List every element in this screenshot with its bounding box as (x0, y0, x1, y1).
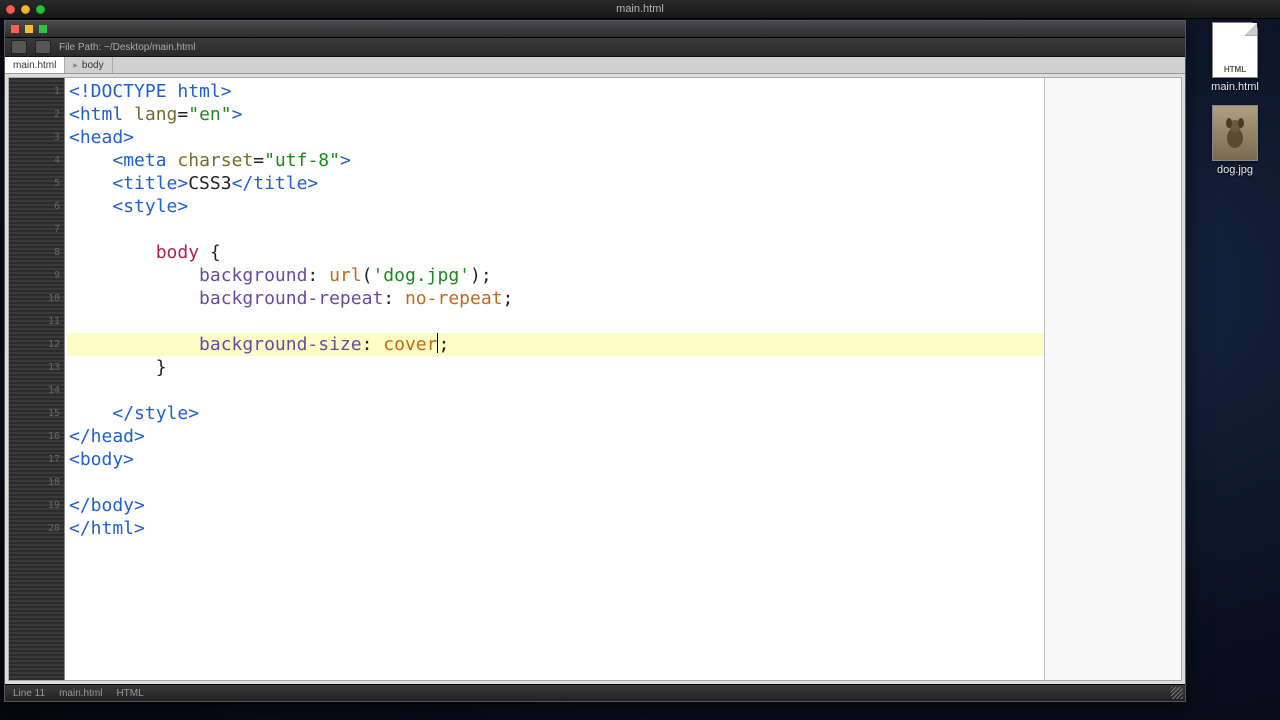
line-number[interactable]: 17 (9, 448, 64, 471)
file-label: dog.jpg (1217, 164, 1253, 176)
code-line[interactable] (67, 379, 1044, 402)
nav-fwd-button[interactable] (35, 40, 51, 54)
code-line[interactable]: <meta charset="utf-8"> (67, 149, 1044, 172)
minimize-icon[interactable] (25, 25, 33, 33)
code-line[interactable]: <body> (67, 448, 1044, 471)
code-pane[interactable]: 1234567891011121314151617181920 <!DOCTYP… (9, 78, 1045, 680)
status-filetype: HTML (116, 688, 143, 699)
line-number[interactable]: 10 (9, 287, 64, 310)
zoom-icon[interactable] (39, 25, 47, 33)
code-line[interactable]: </body> (67, 494, 1044, 517)
line-number[interactable]: 12 (9, 333, 64, 356)
editor-split: 1234567891011121314151617181920 <!DOCTYP… (8, 77, 1182, 681)
code-editor[interactable]: <!DOCTYPE html><html lang="en"><head> <m… (65, 78, 1044, 680)
code-line[interactable]: </style> (67, 402, 1044, 425)
line-number[interactable]: 18 (9, 471, 64, 494)
code-line[interactable]: body { (67, 241, 1044, 264)
breadcrumb-body[interactable]: body (65, 57, 112, 73)
desktop-file-dog-jpg[interactable]: dog.jpg (1212, 105, 1258, 176)
line-number[interactable]: 14 (9, 379, 64, 402)
file-label: main.html (1211, 81, 1259, 93)
resize-grip-icon[interactable] (1171, 687, 1183, 699)
tab-main-html[interactable]: main.html (5, 57, 65, 73)
line-number[interactable]: 19 (9, 494, 64, 517)
image-file-icon (1212, 105, 1258, 161)
code-line[interactable]: </head> (67, 425, 1044, 448)
html-file-icon: HTML (1212, 22, 1258, 78)
line-number[interactable]: 1 (9, 80, 64, 103)
code-line[interactable]: <html lang="en"> (67, 103, 1044, 126)
editor-toolbar: File Path: ~/Desktop/main.html (5, 38, 1185, 57)
code-line[interactable]: <head> (67, 126, 1044, 149)
menubar-title: main.html (0, 3, 1280, 15)
desktop-file-main-html[interactable]: HTML main.html (1211, 22, 1259, 93)
close-icon[interactable] (11, 25, 19, 33)
code-line[interactable]: background: url('dog.jpg'); (67, 264, 1044, 287)
line-number[interactable]: 15 (9, 402, 64, 425)
line-number[interactable]: 16 (9, 425, 64, 448)
code-line[interactable]: } (67, 356, 1044, 379)
line-number-gutter[interactable]: 1234567891011121314151617181920 (9, 78, 65, 680)
status-line: Line 11 (13, 688, 45, 699)
line-number[interactable]: 8 (9, 241, 64, 264)
line-number[interactable]: 9 (9, 264, 64, 287)
code-line[interactable]: background-repeat: no-repeat; (67, 287, 1044, 310)
code-line[interactable]: <title>CSS3</title> (67, 172, 1044, 195)
code-line[interactable]: <style> (67, 195, 1044, 218)
status-bar: Line 11 main.html HTML (5, 684, 1185, 701)
line-number[interactable]: 2 (9, 103, 64, 126)
file-path-label: File Path: ~/Desktop/main.html (59, 42, 195, 53)
line-number[interactable]: 20 (9, 517, 64, 540)
nav-back-button[interactable] (11, 40, 27, 54)
line-number[interactable]: 3 (9, 126, 64, 149)
window-titlebar[interactable] (5, 21, 1185, 38)
side-pane (1045, 78, 1181, 680)
code-line[interactable] (67, 471, 1044, 494)
editor-window: File Path: ~/Desktop/main.html main.html… (4, 20, 1186, 702)
desktop-icons: HTML main.html dog.jpg (1200, 22, 1270, 176)
code-line[interactable] (67, 310, 1044, 333)
tab-strip: main.html body (5, 57, 1185, 74)
code-line[interactable]: background-size: cover; (67, 333, 1045, 356)
os-menubar: main.html (0, 0, 1280, 19)
code-line[interactable] (67, 218, 1044, 241)
code-line[interactable]: </html> (67, 517, 1044, 540)
code-line[interactable]: <!DOCTYPE html> (67, 80, 1044, 103)
line-number[interactable]: 4 (9, 149, 64, 172)
line-number[interactable]: 11 (9, 310, 64, 333)
line-number[interactable]: 13 (9, 356, 64, 379)
line-number[interactable]: 7 (9, 218, 64, 241)
line-number[interactable]: 6 (9, 195, 64, 218)
status-filename: main.html (59, 688, 102, 699)
line-number[interactable]: 5 (9, 172, 64, 195)
